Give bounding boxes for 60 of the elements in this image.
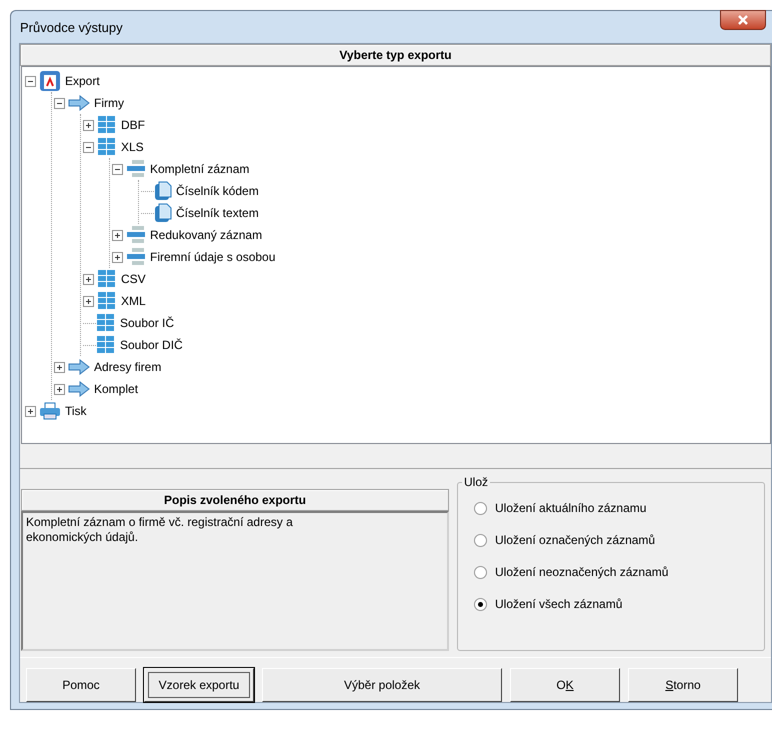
- collapse-icon[interactable]: [25, 76, 36, 86]
- description-text: Kompletní záznam o firmě vč. registrační adresy a ekonomických údajů.: [21, 511, 449, 651]
- collapse-icon[interactable]: [54, 98, 65, 108]
- close-icon: [737, 15, 749, 25]
- document-icon: [154, 181, 172, 201]
- radio-option[interactable]: Uložení označených záznamů: [474, 531, 748, 549]
- arrow-icon: [68, 359, 90, 375]
- expand-icon[interactable]: [25, 406, 36, 416]
- tree-item[interactable]: Redukovaný záznam: [150, 228, 262, 242]
- grid-icon: [97, 269, 117, 289]
- bars-icon: [126, 225, 146, 245]
- document-icon: [154, 203, 172, 223]
- collapse-icon[interactable]: [83, 142, 94, 152]
- grid-icon: [97, 115, 117, 135]
- tree-item[interactable]: Číselník kódem: [176, 184, 259, 198]
- dialog-button[interactable]: Pomoc: [26, 668, 136, 702]
- tree-item[interactable]: Firmy: [94, 96, 124, 110]
- grid-icon: [96, 313, 116, 333]
- tree-item[interactable]: Firemní údaje s osobou: [150, 250, 276, 264]
- grid-icon: [97, 137, 117, 157]
- tree-item[interactable]: Kompletní záznam: [150, 162, 250, 176]
- dialog-button[interactable]: OK: [510, 668, 620, 702]
- expand-icon[interactable]: [112, 230, 123, 240]
- grid-icon: [96, 335, 116, 355]
- arrow-icon: [68, 381, 90, 397]
- radio-option[interactable]: Uložení všech záznamů: [474, 595, 748, 613]
- tree-item[interactable]: Tisk: [65, 404, 87, 418]
- dialog-button[interactable]: Vzorek exportu: [144, 668, 254, 702]
- tree-item[interactable]: XML: [121, 294, 146, 308]
- expand-icon[interactable]: [54, 384, 65, 394]
- radio-option[interactable]: Uložení aktuálního záznamu: [474, 499, 748, 517]
- expand-icon[interactable]: [112, 252, 123, 262]
- grid-icon: [97, 291, 117, 311]
- bars-icon: [126, 159, 146, 179]
- tree-item[interactable]: DBF: [121, 118, 145, 132]
- collapse-icon[interactable]: [112, 164, 123, 174]
- bars-icon: [126, 247, 146, 267]
- tree-item[interactable]: Export: [65, 74, 100, 88]
- dialog-button[interactable]: Storno: [628, 668, 738, 702]
- close-button[interactable]: [720, 10, 766, 30]
- tree-item[interactable]: Komplet: [94, 382, 138, 396]
- arrow-icon: [68, 95, 90, 111]
- document-icon: [39, 70, 61, 92]
- tree-item[interactable]: Číselník textem: [176, 206, 259, 220]
- printer-icon: [39, 402, 61, 420]
- expand-icon[interactable]: [83, 120, 94, 130]
- window-title: Průvodce výstupy: [20, 20, 123, 34]
- tree-item[interactable]: Adresy firem: [94, 360, 162, 374]
- tree-item[interactable]: CSV: [121, 272, 146, 286]
- radio-option[interactable]: Uložení neoznačených záznamů: [474, 563, 748, 581]
- tree-item[interactable]: Soubor DIČ: [120, 338, 183, 352]
- tree-item[interactable]: Soubor IČ: [120, 316, 174, 330]
- panel-header: Vyberte typ exportu: [20, 44, 771, 66]
- tree-item[interactable]: XLS: [121, 140, 144, 154]
- dialog-button[interactable]: Výběr položek: [262, 668, 502, 702]
- expand-icon[interactable]: [54, 362, 65, 372]
- panel-header: Popis zvoleného exportu: [21, 489, 449, 511]
- group-legend: Ulož: [462, 475, 490, 489]
- expand-icon[interactable]: [83, 274, 94, 284]
- expand-icon[interactable]: [83, 296, 94, 306]
